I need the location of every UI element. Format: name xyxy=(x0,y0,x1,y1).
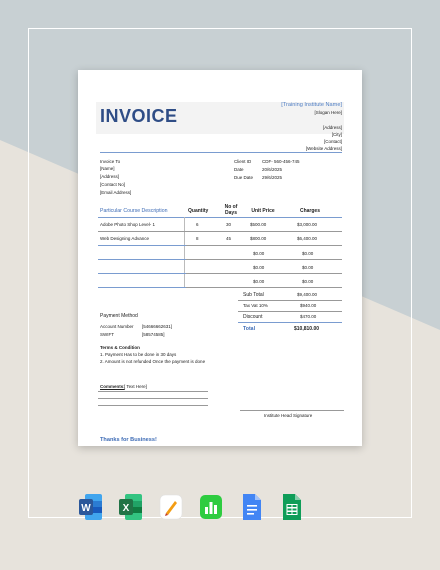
row1-unit-price: $500.00 xyxy=(250,222,267,227)
due-date-value: 29/6/2025 xyxy=(262,175,283,180)
col-days-header: No of Days xyxy=(224,204,238,216)
pages-icon[interactable] xyxy=(158,492,184,522)
row5-charges: $0.00 xyxy=(302,279,314,284)
table-header-line xyxy=(98,217,342,218)
table-divider xyxy=(184,217,185,287)
row-line xyxy=(186,287,342,288)
account-number-label: Account Number xyxy=(100,324,134,329)
address: [Address] xyxy=(322,125,342,130)
row4-unit-price: $0.00 xyxy=(253,265,265,270)
google-docs-icon[interactable] xyxy=(238,492,264,522)
date-label: Date xyxy=(234,167,244,172)
row-line xyxy=(186,273,342,274)
excel-icon[interactable]: X xyxy=(118,492,144,522)
slogan: [Slogan Here] xyxy=(314,110,342,115)
row2-unit-price: $800.00 xyxy=(250,236,267,241)
due-date-label: Due Date xyxy=(234,175,254,180)
row2-days: 45 xyxy=(226,236,232,241)
row-line xyxy=(98,287,186,288)
institute-name: [Training Institute Name] xyxy=(281,102,342,108)
invoice-to-name: [Name] xyxy=(100,166,115,171)
col-charges-header: Charges xyxy=(299,208,320,214)
comments-value: [ Text Here] xyxy=(124,384,147,389)
total-label: Total xyxy=(243,326,256,332)
svg-text:X: X xyxy=(123,503,130,514)
total-value: $10,810.00 xyxy=(294,326,320,332)
col-description-header: Particular Course Description xyxy=(100,208,168,214)
term-1: 1. Payment Has to be done in 30 days xyxy=(100,352,177,357)
row-line xyxy=(186,245,342,246)
svg-text:W: W xyxy=(81,503,91,514)
col-unit-price-header: Unit Price xyxy=(251,208,275,214)
payment-method-label: Payment Method xyxy=(100,313,138,319)
word-icon[interactable]: W xyxy=(78,492,104,522)
row-line xyxy=(98,245,186,246)
row1-description: Adobe Photo Shop Level- 1 xyxy=(100,222,156,227)
row1-quantity: 6 xyxy=(196,222,199,227)
row-line xyxy=(98,259,186,260)
invoice-to-contact: [Contact No] xyxy=(100,182,126,187)
google-sheets-icon[interactable] xyxy=(278,492,304,522)
numbers-icon[interactable] xyxy=(198,492,224,522)
account-number-value: [54666662631] xyxy=(142,324,173,329)
totals-line xyxy=(238,300,342,301)
totals-line xyxy=(238,322,342,323)
col-quantity-header: Quantity xyxy=(188,208,209,214)
website: [Website Address] xyxy=(305,146,342,151)
thanks-message: Thanks for Business! xyxy=(100,437,157,443)
terms-label: Terms & Condition xyxy=(100,345,140,350)
signature-line xyxy=(240,410,344,411)
invoice-title: INVOICE xyxy=(100,106,178,126)
discount-label: Discount xyxy=(243,314,263,320)
tax-label: Tax Vat 10% xyxy=(243,303,268,308)
swift-value: [58574585] xyxy=(142,332,165,337)
comments-line xyxy=(98,405,208,406)
row2-description: Web Designing Advance xyxy=(100,236,149,241)
client-id-label: Client ID xyxy=(234,159,252,164)
app-icons-row: W X xyxy=(0,492,440,532)
row3-charges: $0.00 xyxy=(302,251,314,256)
invoice-document: INVOICE [Training Institute Name] [Sloga… xyxy=(78,70,362,446)
comments-line xyxy=(98,391,208,392)
date-value: 20/6/2025 xyxy=(262,167,283,172)
term-2: 2. Amount is not refunded Once the payme… xyxy=(100,359,206,364)
row1-days: 30 xyxy=(226,222,232,227)
header-divider xyxy=(100,152,342,153)
row4-charges: $0.00 xyxy=(302,265,314,270)
row1-charges: $3,000.00 xyxy=(297,222,318,227)
discount-value: $470.00 xyxy=(300,314,317,319)
row-line xyxy=(98,231,342,232)
subtotal-label: Sub Total xyxy=(243,292,264,298)
totals-line xyxy=(238,311,342,312)
contact: [Contact] xyxy=(323,139,342,144)
invoice-to-label: Invoice To xyxy=(100,159,121,164)
invoice-to-email: [Email Address] xyxy=(100,190,132,195)
row-line xyxy=(98,273,186,274)
row3-unit-price: $0.00 xyxy=(253,251,265,256)
row5-unit-price: $0.00 xyxy=(253,279,265,284)
city: [City] xyxy=(331,132,342,137)
signature-label: Institute Head Signature xyxy=(264,413,313,418)
subtotal-value: $9,400.00 xyxy=(297,292,318,297)
client-id-value: CDF- 560-456-745 xyxy=(262,159,300,164)
swift-label: SWIFT xyxy=(100,332,114,337)
tax-value: $940.00 xyxy=(300,303,317,308)
row-line xyxy=(186,259,342,260)
invoice-to-address: [Address] xyxy=(100,174,120,179)
row2-quantity: 8 xyxy=(196,236,199,241)
comments-label: Comments: xyxy=(100,384,125,389)
row2-charges: $6,400.00 xyxy=(297,236,318,241)
comments-line xyxy=(98,398,208,399)
